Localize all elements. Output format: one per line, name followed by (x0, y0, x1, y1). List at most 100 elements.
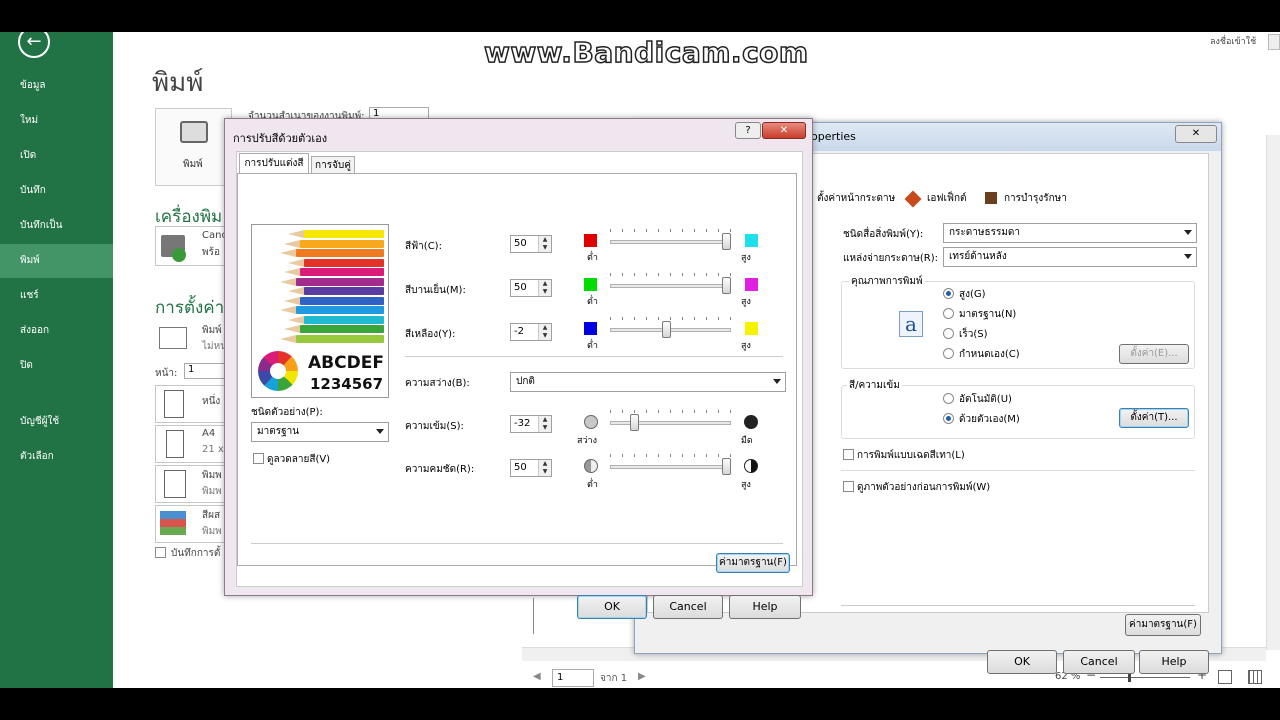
help-question-icon[interactable]: ? (735, 122, 761, 139)
contrast-low-label: ต่ำ (587, 480, 598, 490)
pencil-tip-shape (280, 277, 296, 286)
sidebar-item-new[interactable]: ใหม่ (0, 104, 113, 138)
paper-size-label: A4 (202, 428, 216, 439)
cmy-spinner[interactable]: 50 ▲ ▼ (510, 235, 552, 253)
sidebar-item-options[interactable]: ตัวเลือก (0, 440, 113, 474)
tab-matching[interactable]: การจับคู่ (311, 156, 355, 173)
sidebar-item-save-as[interactable]: บันทึกเป็น (0, 209, 113, 243)
tab-effects[interactable]: เอฟเฟ็กต์ (927, 191, 977, 209)
cmy-spinner[interactable]: 50 ▲ ▼ (510, 279, 552, 297)
tab-color-adjust[interactable]: การปรับแต่งสี (239, 153, 309, 173)
color-defaults-button[interactable]: ค่ามาตรฐาน(F) (716, 553, 790, 573)
spin-arrows-icon[interactable]: ▲ ▼ (538, 416, 551, 432)
orientation-icon (164, 470, 186, 498)
preview-vertical-scrollbar[interactable] (1266, 135, 1280, 650)
cmy-slider-label: สีเหลือง(Y): (405, 329, 456, 340)
tab-page-setup[interactable]: ตั้งค่าหน้ากระดาษ (817, 191, 901, 209)
page-number-input[interactable]: 1 (552, 669, 594, 687)
next-page-icon[interactable]: ▶ (638, 671, 646, 682)
cmy-ticks (610, 229, 731, 232)
sidebar-item-share[interactable]: แชร์ (0, 279, 113, 313)
contrast-ticks (610, 454, 731, 457)
setting-color-mode[interactable]: สีผส พิมพ (155, 505, 230, 543)
contrast-spinner[interactable]: 50 ▲ ▼ (510, 459, 552, 477)
contrast-slider-thumb[interactable] (722, 458, 731, 475)
cmy-slider-label: สีบานเย็น(M): (405, 285, 466, 296)
sidebar-item-info[interactable]: ข้อมูล (0, 69, 113, 103)
intensity-slider-thumb[interactable] (630, 414, 639, 431)
sidebar-item-print[interactable]: พิมพ์ (0, 244, 113, 278)
grayscale-checkbox[interactable] (843, 449, 854, 460)
cmy-spinner[interactable]: -2 ▲ ▼ (510, 323, 552, 341)
properties-defaults-button[interactable]: ค่ามาตรฐาน(F) (1125, 614, 1201, 636)
spin-arrows-icon[interactable]: ▲ ▼ (538, 236, 551, 252)
sidebar-item-close[interactable]: ปิด (0, 349, 113, 383)
print-button[interactable]: พิมพ์ (155, 108, 232, 186)
dialog-bottom-rule (251, 543, 783, 544)
quality-standard-radio[interactable] (943, 308, 954, 319)
quality-custom-radio[interactable] (943, 348, 954, 359)
setting-print-all-label: พิมพ์ (202, 325, 222, 336)
intensity-slider[interactable] (610, 421, 731, 425)
sidebar-item-save[interactable]: บันทึก (0, 174, 113, 208)
sidebar-item-account[interactable]: บัญชีผู้ใช้ (0, 405, 113, 439)
user-avatar-icon[interactable] (1268, 34, 1280, 50)
cmy-slider[interactable] (610, 284, 731, 288)
cmy-slider-thumb[interactable] (662, 321, 671, 338)
pencil-tip-shape (284, 239, 300, 248)
color-set-button[interactable]: ตั้งค่า(T)... (1119, 408, 1189, 428)
color-auto-radio[interactable] (943, 393, 954, 404)
brightness-select[interactable]: ปกติ (510, 372, 786, 392)
spin-arrows-icon[interactable]: ▲ ▼ (538, 324, 551, 340)
paper-source-select[interactable]: เทรย์ด้านหลัง (943, 247, 1197, 267)
pencil-shape (296, 277, 384, 286)
sidebar-item-export[interactable]: ส่งออก (0, 314, 113, 348)
quality-set-button[interactable]: ตั้งค่า(E)... (1119, 344, 1189, 364)
cmy-slider-thumb[interactable] (722, 277, 731, 294)
color-manual-label: ด้วยตัวเอง(M) (959, 414, 1020, 425)
tab-maintenance[interactable]: การบำรุงรักษา (1004, 191, 1084, 209)
properties-ok-button[interactable]: OK (987, 650, 1057, 674)
cmy-value: 50 (514, 238, 527, 249)
fit-page-icon[interactable] (1218, 670, 1232, 684)
media-type-select[interactable]: กระดาษธรรมดา (943, 223, 1197, 243)
setting-paper-size[interactable]: A4 21 x (155, 425, 230, 463)
view-pattern-label: ดูลวดลายสี(V) (267, 454, 331, 465)
paper-source-label: แหล่งจ่ายกระดาษ(R): (843, 253, 938, 264)
pencil-tip-shape (284, 325, 300, 333)
show-margins-icon[interactable] (1248, 670, 1262, 684)
spin-arrows-icon[interactable]: ▲ ▼ (538, 460, 551, 476)
back-arrow-icon[interactable]: ← (18, 32, 50, 58)
properties-close-icon[interactable]: ✕ (1175, 125, 1217, 143)
color-manual-radio[interactable] (943, 413, 954, 424)
cmy-slider[interactable] (610, 240, 731, 244)
close-icon[interactable]: ✕ (762, 122, 806, 139)
save-settings-checkbox[interactable] (155, 547, 166, 558)
brightness-label: ความสว่าง(B): (405, 378, 470, 389)
printer-selector[interactable]: Canc พร้อ (155, 226, 230, 266)
paper-icon (166, 430, 184, 458)
quality-high-radio[interactable] (943, 288, 954, 299)
view-pattern-checkbox[interactable] (253, 453, 264, 464)
prev-page-icon[interactable]: ◀ (533, 671, 541, 682)
setting-sides[interactable]: หนึ่ง (155, 385, 230, 423)
sample-type-select[interactable]: มาตรฐาน (251, 422, 389, 442)
pencil-tip-shape (284, 268, 300, 276)
preview-before-print-checkbox[interactable] (843, 481, 854, 492)
quality-fast-radio[interactable] (943, 328, 954, 339)
intensity-spinner[interactable]: -32 ▲ ▼ (510, 415, 552, 433)
color-help-button[interactable]: Help (729, 595, 801, 619)
contrast-slider[interactable] (610, 465, 731, 469)
color-cancel-button[interactable]: Cancel (653, 595, 723, 619)
sidebar-item-open[interactable]: เปิด (0, 139, 113, 173)
spin-arrows-icon[interactable]: ▲ ▼ (538, 280, 551, 296)
properties-cancel-button[interactable]: Cancel (1063, 650, 1135, 674)
excel-backstage: ← ข้อมูล ใหม่ เปิด บันทึก บันทึกเป็น พิม… (0, 32, 1280, 688)
color-ok-button[interactable]: OK (577, 595, 647, 619)
setting-print-sheets[interactable]: พิมพ์ ไม่หน (155, 320, 230, 358)
sign-in-link[interactable]: ลงชื่อเข้าใช้ (1210, 34, 1256, 48)
setting-orientation[interactable]: พิมพ พิมพ (155, 465, 230, 503)
cmy-slider-thumb[interactable] (722, 233, 731, 250)
zoom-slider[interactable] (1100, 677, 1190, 678)
properties-help-button[interactable]: Help (1139, 650, 1209, 674)
